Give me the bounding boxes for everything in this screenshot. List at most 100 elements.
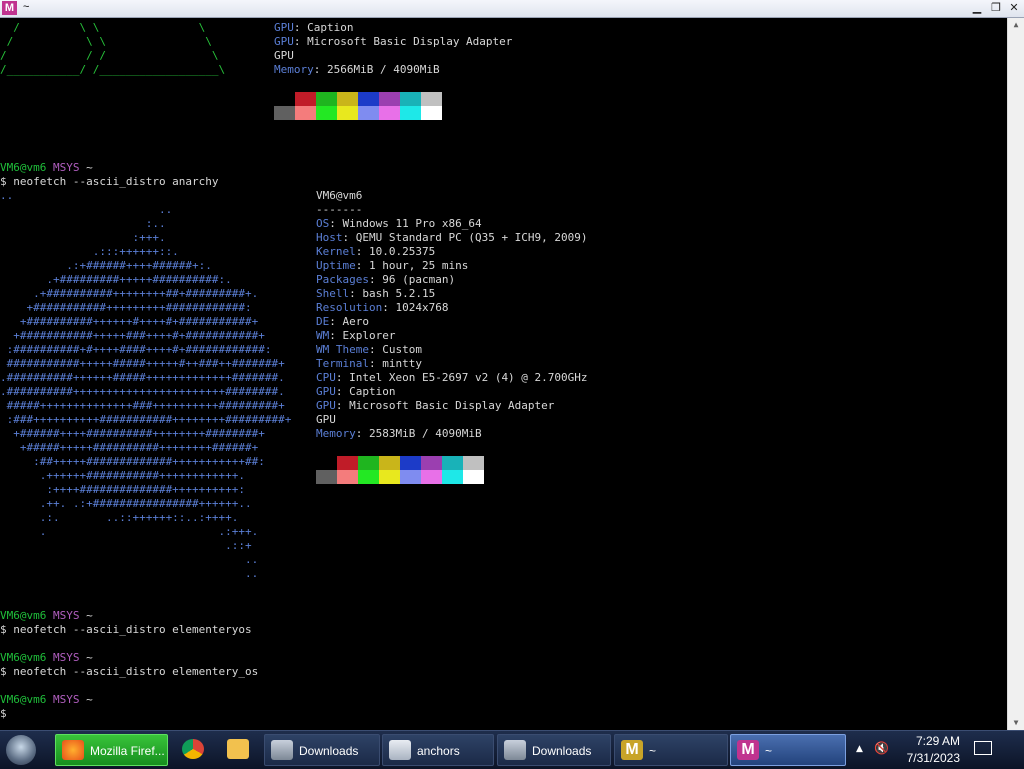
downloads-icon — [271, 740, 293, 760]
ascii-art-line: .:::++++++::. — [0, 245, 179, 258]
mintty-m-icon[interactable]: M — [2, 1, 17, 15]
info-line: Uptime: 1 hour, 25 mins — [316, 259, 469, 272]
ascii-art-line: :++++##############++++++++++: — [0, 483, 246, 496]
scroll-up-arrow-icon[interactable]: ▲ — [1008, 18, 1024, 32]
ascii-art-line: .++++++###########++++++++++++. — [0, 469, 246, 482]
info-line: Host: QEMU Standard PC (Q35 + ICH9, 2009… — [316, 231, 588, 244]
color-swatch — [274, 106, 295, 120]
task-label: Downloads — [532, 744, 592, 758]
system-tray: ▲ 🔇 7:29 AM 7/31/2023 — [844, 731, 1024, 769]
ascii-art-line: .. — [0, 567, 259, 580]
color-swatch — [400, 470, 421, 484]
taskbar-item-chrome[interactable] — [172, 734, 216, 766]
folder-icon — [227, 739, 249, 759]
ascii-art-line: .. — [0, 203, 173, 216]
ascii-art-line: :+++. — [0, 231, 166, 244]
maximize-button[interactable]: ❐ — [987, 1, 1005, 15]
taskbar-item-mintty-active[interactable]: M ~ — [730, 734, 846, 766]
close-button[interactable]: ✕ — [1005, 1, 1023, 15]
info-line: GPU: Caption — [316, 385, 396, 398]
color-swatch — [379, 456, 400, 470]
info-line: GPU: Microsoft Basic Display Adapter — [316, 399, 555, 412]
mintty-m-icon: M — [737, 740, 759, 760]
ascii-art-line: ###########+++++#####+++++#++###++######… — [0, 357, 285, 370]
info-line: Shell: bash 5.2.15 — [316, 287, 436, 300]
info-line: Memory: 2583MiB / 4090MiB — [316, 427, 482, 440]
clock-time[interactable]: 7:29 AM — [916, 734, 960, 748]
info-line: Resolution: 1024x768 — [316, 301, 449, 314]
volume-muted-icon[interactable]: 🔇 — [874, 741, 889, 755]
taskbar: Mozilla Firef... Downloads anchors Downl… — [0, 730, 1024, 769]
info-line: GPU: Caption — [274, 21, 354, 34]
ascii-art-line: / / / \ — [0, 49, 219, 62]
notification-icon[interactable] — [974, 741, 992, 755]
ascii-art-line: .::+ — [0, 539, 252, 552]
ascii-art-line: +######++++##########++++++++########+ — [0, 427, 265, 440]
color-swatch — [421, 92, 442, 106]
color-swatch — [358, 92, 379, 106]
info-line: Terminal: mintty — [316, 357, 422, 370]
color-swatch — [316, 92, 337, 106]
info-line: Kernel: 10.0.25375 — [316, 245, 436, 258]
color-swatch — [316, 470, 337, 484]
task-label: Downloads — [299, 744, 359, 758]
title-bar: M ~ ▁ ❐ ✕ — [0, 0, 1024, 18]
ascii-art-line: #####++++++++++++++###++++++++++########… — [0, 399, 285, 412]
ascii-art-line: .##########+++++++++++++++++++++++######… — [0, 385, 285, 398]
color-swatch — [421, 456, 442, 470]
ascii-art-line: :.. — [0, 217, 166, 230]
ascii-art-line: +##########++++++#++++#+###########+ — [0, 315, 259, 328]
color-swatch — [379, 470, 400, 484]
info-line: Packages: 96 (pacman) — [316, 273, 456, 286]
color-swatch — [421, 470, 442, 484]
scroll-thumb[interactable] — [1011, 34, 1021, 706]
color-swatch — [442, 470, 463, 484]
taskbar-item-downloads[interactable]: Downloads — [264, 734, 380, 766]
task-label: anchors — [417, 744, 460, 758]
command-line: $ neofetch --ascii_distro anarchy — [0, 175, 219, 188]
info-line: OS: Windows 11 Pro x86_64 — [316, 217, 482, 230]
command-line[interactable]: $ — [0, 707, 7, 721]
firefox-icon — [62, 740, 84, 760]
taskbar-item-downloads-2[interactable]: Downloads — [497, 734, 611, 766]
ascii-art-line: /___________/ /__________________\ — [0, 63, 226, 76]
info-underline: ------- — [316, 203, 363, 216]
minimize-button[interactable]: ▁ — [968, 1, 986, 15]
notepad-icon — [389, 740, 411, 760]
ascii-art-line: :##+++++#############+++++++++++##: — [0, 455, 265, 468]
vertical-scrollbar[interactable]: ▲ ▼ — [1007, 18, 1024, 730]
ascii-art-line: .++. .:+################++++++.. — [0, 497, 252, 510]
ascii-art-line: .+##########++++++++##+#########+. — [0, 287, 259, 300]
color-swatch — [337, 92, 358, 106]
color-swatch — [295, 106, 316, 120]
color-swatch — [442, 456, 463, 470]
taskbar-item-firefox[interactable]: Mozilla Firef... — [55, 734, 168, 766]
scroll-down-arrow-icon[interactable]: ▼ — [1008, 716, 1024, 730]
ascii-art-line: / \ \ \ — [0, 21, 206, 34]
color-swatch — [400, 456, 421, 470]
prompt-line: VM6@vm6 MSYS ~ — [0, 693, 93, 706]
taskbar-item-mintty[interactable]: M ~ — [614, 734, 728, 766]
color-swatch — [358, 456, 379, 470]
color-swatch — [358, 470, 379, 484]
color-swatch — [337, 470, 358, 484]
taskbar-item-explorer[interactable] — [218, 734, 260, 766]
ascii-art-line: .+#########+++++##########:. — [0, 273, 232, 286]
color-swatch — [400, 92, 421, 106]
ascii-art-line: .##########++++++#####+++++++++++++#####… — [0, 371, 285, 384]
prompt-line: VM6@vm6 MSYS ~ — [0, 609, 93, 622]
terminal-output[interactable]: / \ \ \ / \ \ \ / / / \ /___________/ /_… — [0, 18, 1008, 730]
downloads-icon — [504, 740, 526, 760]
color-swatch — [379, 92, 400, 106]
clock-date[interactable]: 7/31/2023 — [907, 751, 960, 765]
color-swatch — [400, 106, 421, 120]
info-header: VM6@vm6 — [316, 189, 363, 202]
task-label: Mozilla Firef... — [90, 744, 165, 758]
show-hidden-icons-chevron-up-icon[interactable]: ▲ — [856, 744, 863, 754]
color-swatch — [358, 106, 379, 120]
color-swatch — [316, 106, 337, 120]
color-swatch — [316, 456, 337, 470]
ascii-art-line: +#####+++++##########++++++++######+ — [0, 441, 259, 454]
taskbar-item-anchors[interactable]: anchors — [382, 734, 494, 766]
start-button[interactable] — [6, 735, 36, 765]
